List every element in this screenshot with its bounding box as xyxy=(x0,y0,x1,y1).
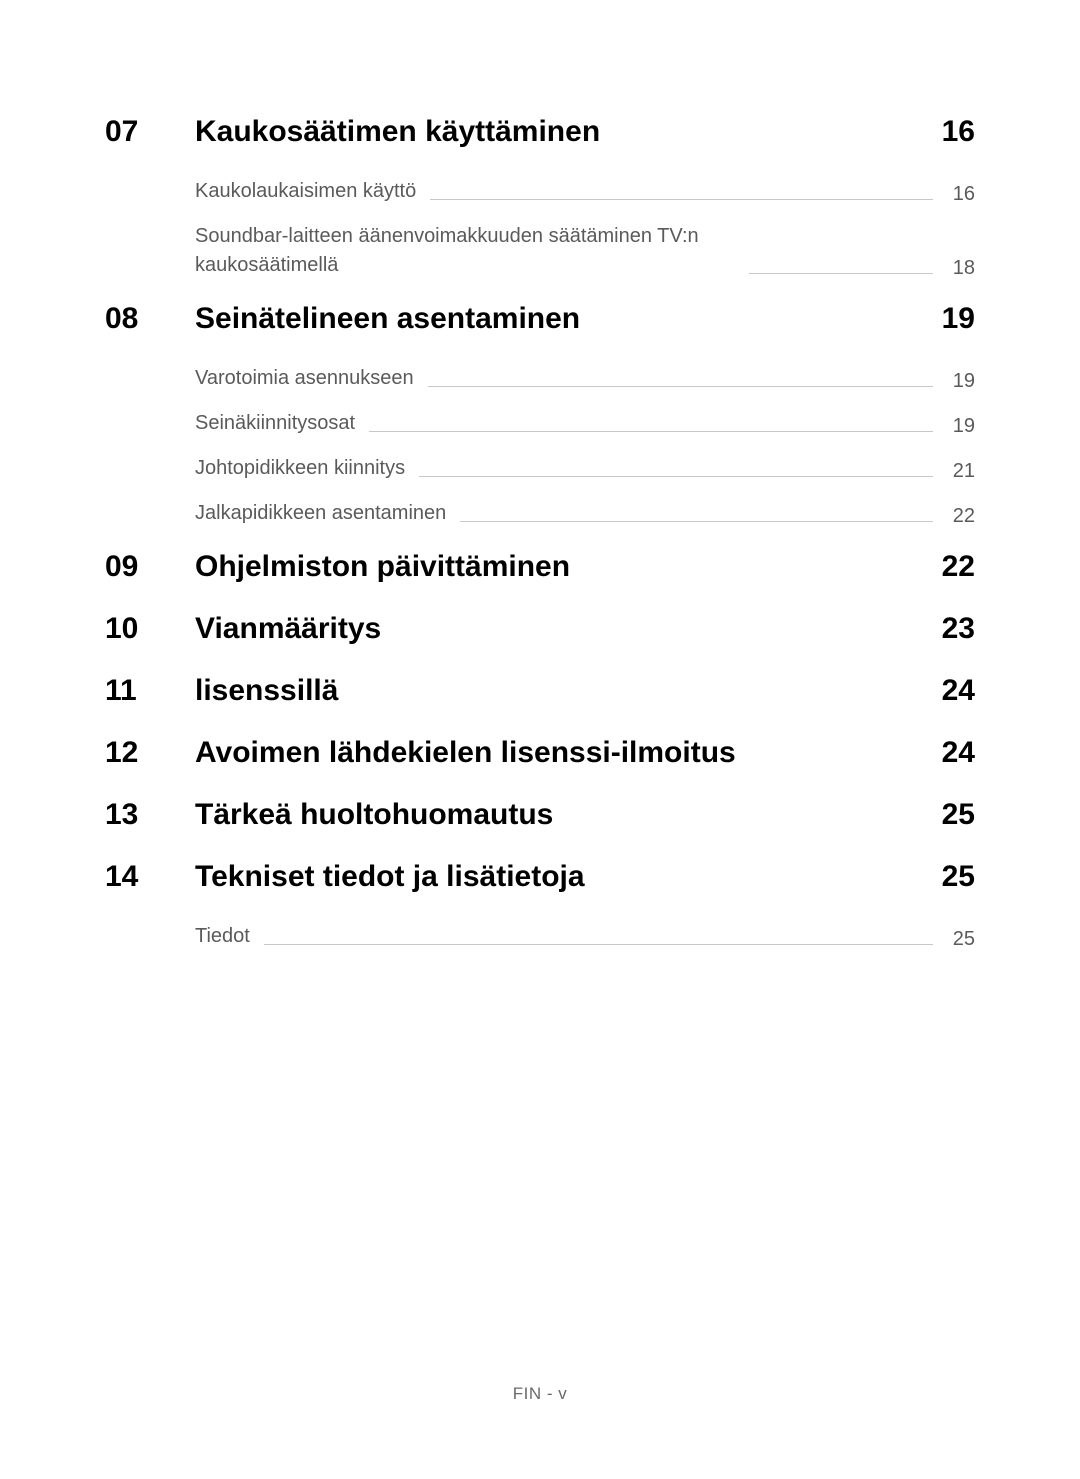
toc-heading-title: Seinätelineen asentaminen xyxy=(195,302,922,336)
toc-number: 10 xyxy=(105,612,195,646)
toc-heading-title: Kaukosäätimen käyttäminen xyxy=(195,115,922,149)
toc-subitem-page: 19 xyxy=(947,415,975,438)
toc-leader xyxy=(264,944,933,945)
toc-heading-title: Avoimen lähdekielen lisenssi-ilmoitus xyxy=(195,736,922,770)
page-footer: FIN - v xyxy=(0,1384,1080,1404)
toc-heading-row: 09 Ohjelmiston päivittäminen 22 xyxy=(105,550,975,584)
toc-number: 12 xyxy=(105,736,195,770)
toc-subitem-title: Kaukolaukaisimen käyttö xyxy=(195,177,416,206)
toc-subitem-page: 16 xyxy=(947,183,975,206)
toc-subitem: Seinäkiinnitysosat 19 xyxy=(105,409,975,438)
toc-leader xyxy=(369,431,933,432)
toc-subitem-page: 25 xyxy=(947,928,975,951)
toc-heading-row: 13 Tärkeä huoltohuomautus 25 xyxy=(105,798,975,832)
toc-subitem: Tiedot 25 xyxy=(105,922,975,951)
toc-subitem: Johtopidikkeen kiinnitys 21 xyxy=(105,454,975,483)
toc-subitem-page: 18 xyxy=(947,257,975,280)
toc-subitem-title: Varotoimia asennukseen xyxy=(195,364,414,393)
toc-section-11: 11 lisenssillä 24 xyxy=(105,674,975,708)
toc-leader xyxy=(749,273,933,274)
toc-subitem: Jalkapidikkeen asentaminen 22 xyxy=(105,499,975,528)
toc-subitem-title: Seinäkiinnitysosat xyxy=(195,409,355,438)
toc-heading-row: 14 Tekniset tiedot ja lisätietoja 25 xyxy=(105,860,975,894)
toc-heading-page: 22 xyxy=(942,550,975,584)
toc-heading-title: Ohjelmiston päivittäminen xyxy=(195,550,922,584)
toc-heading-title: Tärkeä huoltohuomautus xyxy=(195,798,922,832)
toc-section-12: 12 Avoimen lähdekielen lisenssi-ilmoitus… xyxy=(105,736,975,770)
toc-number: 09 xyxy=(105,550,195,584)
toc-number: 07 xyxy=(105,115,195,149)
toc-subitem-title: Jalkapidikkeen asentaminen xyxy=(195,499,446,528)
toc-heading-page: 24 xyxy=(942,674,975,708)
toc-heading-page: 25 xyxy=(942,798,975,832)
toc-container: 07 Kaukosäätimen käyttäminen 16 Kaukolau… xyxy=(0,0,1080,951)
toc-number: 13 xyxy=(105,798,195,832)
toc-heading-title: Tekniset tiedot ja lisätietoja xyxy=(195,860,922,894)
toc-leader xyxy=(430,199,933,200)
toc-leader xyxy=(419,476,933,477)
toc-heading-title: Vianmääritys xyxy=(195,612,922,646)
toc-leader xyxy=(460,521,933,522)
toc-heading-page: 23 xyxy=(942,612,975,646)
toc-subitem-page: 21 xyxy=(947,460,975,483)
toc-heading-page: 16 xyxy=(942,115,975,149)
toc-heading-row: 10 Vianmääritys 23 xyxy=(105,612,975,646)
toc-subitem: Kaukolaukaisimen käyttö 16 xyxy=(105,177,975,206)
toc-section-13: 13 Tärkeä huoltohuomautus 25 xyxy=(105,798,975,832)
toc-section-14: 14 Tekniset tiedot ja lisätietoja 25 Tie… xyxy=(105,860,975,951)
toc-number: 14 xyxy=(105,860,195,894)
toc-heading-row: 08 Seinätelineen asentaminen 19 xyxy=(105,302,975,336)
toc-leader xyxy=(428,386,933,387)
toc-heading-row: 12 Avoimen lähdekielen lisenssi-ilmoitus… xyxy=(105,736,975,770)
toc-subitem-title: Soundbar-laitteen äänenvoimakkuuden säät… xyxy=(195,222,735,280)
toc-heading-title: lisenssillä xyxy=(195,674,922,708)
toc-heading-page: 19 xyxy=(942,302,975,336)
toc-subitem-title: Tiedot xyxy=(195,922,250,951)
toc-section-09: 09 Ohjelmiston päivittäminen 22 xyxy=(105,550,975,584)
toc-heading-row: 11 lisenssillä 24 xyxy=(105,674,975,708)
toc-section-10: 10 Vianmääritys 23 xyxy=(105,612,975,646)
toc-heading-row: 07 Kaukosäätimen käyttäminen 16 xyxy=(105,115,975,149)
toc-subitem-page: 22 xyxy=(947,505,975,528)
toc-number: 11 xyxy=(105,674,195,708)
toc-subitem-title: Johtopidikkeen kiinnitys xyxy=(195,454,405,483)
toc-number: 08 xyxy=(105,302,195,336)
toc-subitem: Soundbar-laitteen äänenvoimakkuuden säät… xyxy=(105,222,975,280)
toc-section-08: 08 Seinätelineen asentaminen 19 Varotoim… xyxy=(105,302,975,528)
toc-heading-page: 24 xyxy=(942,736,975,770)
toc-subitem-page: 19 xyxy=(947,370,975,393)
toc-subitem: Varotoimia asennukseen 19 xyxy=(105,364,975,393)
toc-heading-page: 25 xyxy=(942,860,975,894)
toc-section-07: 07 Kaukosäätimen käyttäminen 16 Kaukolau… xyxy=(105,115,975,280)
